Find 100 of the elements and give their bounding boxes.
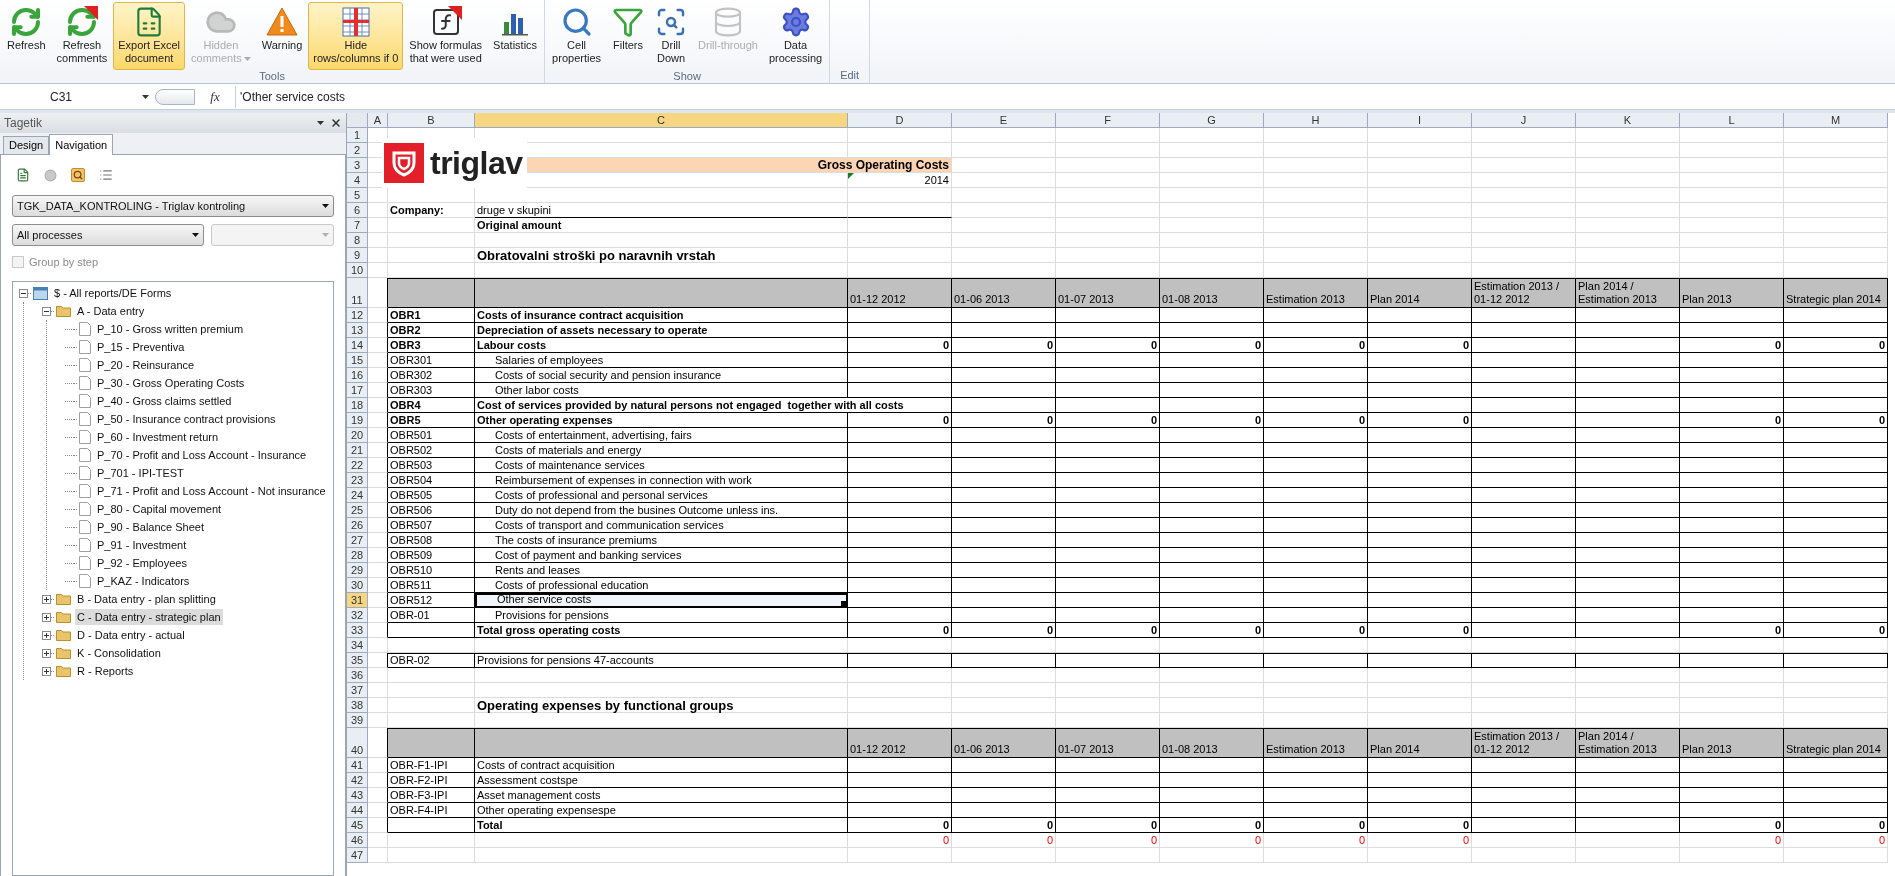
plus-box-icon[interactable] bbox=[42, 666, 51, 676]
row-header[interactable]: 35 bbox=[347, 653, 368, 668]
row-header[interactable]: 11 bbox=[347, 278, 368, 308]
ribbon-button[interactable]: Data processing bbox=[763, 2, 828, 70]
model-dropdown[interactable]: TGK_DATA_KONTROLING - Triglav kontroling bbox=[12, 195, 334, 217]
row-header[interactable]: 20 bbox=[347, 428, 368, 443]
plus-box-icon[interactable] bbox=[42, 648, 51, 658]
minus-box-icon[interactable] bbox=[19, 288, 28, 298]
table-cell[interactable]: The costs of insurance premiums bbox=[475, 533, 848, 548]
table-cell[interactable]: Depreciation of assets necessary to operate bbox=[475, 323, 848, 338]
table-cell[interactable]: Costs of contract acquisition bbox=[475, 758, 848, 773]
row-header[interactable]: 30 bbox=[347, 578, 368, 593]
row-header[interactable]: 33 bbox=[347, 623, 368, 638]
table-cell[interactable]: Cost of payment and banking services bbox=[475, 548, 848, 563]
process-dropdown[interactable]: All processes bbox=[12, 224, 204, 246]
column-header[interactable]: J bbox=[1472, 113, 1576, 128]
row-header[interactable]: 24 bbox=[347, 488, 368, 503]
close-icon[interactable] bbox=[330, 117, 342, 129]
ribbon-button[interactable]: Refresh bbox=[2, 2, 51, 70]
formula-field[interactable]: 'Other service costs bbox=[235, 85, 1895, 108]
plus-box-icon[interactable] bbox=[42, 594, 51, 604]
row-header[interactable]: 12 bbox=[347, 308, 368, 323]
table-cell[interactable]: Provisions for pensions bbox=[475, 608, 848, 623]
table-cell[interactable]: Costs of entertainment, advertising, fairs bbox=[475, 428, 848, 443]
row-header[interactable]: 32 bbox=[347, 608, 368, 623]
row-header[interactable]: 7 bbox=[347, 218, 368, 233]
ribbon-button[interactable]: Warning bbox=[256, 2, 308, 70]
panel-tab[interactable]: Navigation bbox=[49, 134, 114, 155]
tree-item[interactable]: A - Data entry bbox=[75, 303, 147, 319]
tree-item[interactable]: P_71 - Profit and Loss Account - Not insurance bbox=[95, 483, 328, 499]
row-header[interactable]: 16 bbox=[347, 368, 368, 383]
row-header[interactable]: 36 bbox=[347, 668, 368, 683]
tree-item[interactable]: P_90 - Balance Sheet bbox=[95, 519, 207, 535]
column-header[interactable]: G bbox=[1160, 113, 1264, 128]
tree-item[interactable]: P_91 - Investment bbox=[95, 537, 189, 553]
table-cell[interactable]: Reimbursement of expenses in connection with work bbox=[475, 473, 848, 488]
row-header[interactable]: 37 bbox=[347, 683, 368, 698]
row-header[interactable]: 1 bbox=[347, 128, 368, 143]
tree-item[interactable]: P_701 - IPI-TEST bbox=[95, 465, 186, 481]
tree-item[interactable]: P_40 - Gross claims settled bbox=[95, 393, 234, 409]
fill-handle[interactable] bbox=[841, 601, 846, 606]
row-header[interactable]: 6 bbox=[347, 203, 368, 218]
row-header[interactable]: 2 bbox=[347, 143, 368, 158]
search-icon[interactable] bbox=[71, 168, 85, 182]
table-cell[interactable]: Other operating expenses bbox=[475, 413, 848, 428]
column-header[interactable]: F bbox=[1056, 113, 1160, 128]
table-cell[interactable]: Provisions for pensions 47-accounts bbox=[475, 653, 848, 668]
table-cell[interactable]: Costs of insurance contract acquisition bbox=[475, 308, 848, 323]
list-icon[interactable] bbox=[99, 168, 113, 182]
tree-item[interactable]: C - Data entry - strategic plan bbox=[75, 609, 223, 625]
tree-item[interactable]: P_KAZ - Indicators bbox=[95, 573, 192, 589]
ribbon-button[interactable]: Show formulas that were used bbox=[404, 2, 488, 70]
column-header[interactable]: L bbox=[1680, 113, 1784, 128]
resize-handle[interactable] bbox=[155, 88, 195, 105]
tree-item[interactable]: P_15 - Preventiva bbox=[95, 339, 187, 355]
row-header[interactable]: 21 bbox=[347, 443, 368, 458]
minus-box-icon[interactable] bbox=[42, 306, 51, 316]
column-header[interactable]: K bbox=[1576, 113, 1680, 128]
tree-item[interactable]: P_80 - Capital movement bbox=[95, 501, 224, 517]
table-cell[interactable]: Rents and leases bbox=[475, 563, 848, 578]
table-cell[interactable]: Costs of maintenance services bbox=[475, 458, 848, 473]
table-cell[interactable]: Duty do not depend from the busines Outcome unless ins. bbox=[475, 503, 848, 518]
table-cell[interactable]: Labour costs bbox=[475, 338, 848, 353]
insert-function-button[interactable]: fx bbox=[195, 86, 235, 107]
table-cell[interactable]: Asset management costs bbox=[475, 788, 848, 803]
row-header[interactable]: 10 bbox=[347, 263, 368, 278]
ribbon-button[interactable]: Hide rows/columns if 0 bbox=[308, 2, 404, 70]
row-header[interactable]: 19 bbox=[347, 413, 368, 428]
ribbon-button[interactable]: Export Excel document bbox=[113, 2, 186, 70]
ribbon-button[interactable]: Cell properties bbox=[547, 2, 607, 70]
table-cell[interactable]: Total bbox=[475, 818, 848, 833]
tree-item[interactable]: P_50 - Insurance contract provisions bbox=[95, 411, 278, 427]
table-cell[interactable]: Total gross operating costs bbox=[475, 623, 848, 638]
row-header[interactable]: 44 bbox=[347, 803, 368, 818]
table-cell[interactable]: Other operating expensespe bbox=[475, 803, 848, 818]
column-header[interactable]: C bbox=[475, 113, 848, 128]
tree-item[interactable]: P_92 - Employees bbox=[95, 555, 189, 571]
tree-item[interactable]: B - Data entry - plan splitting bbox=[75, 591, 218, 607]
row-header[interactable]: 13 bbox=[347, 323, 368, 338]
table-cell[interactable]: Costs of social security and pension insurance bbox=[475, 368, 848, 383]
column-header[interactable]: E bbox=[952, 113, 1056, 128]
tree-item[interactable]: D - Data entry - actual bbox=[75, 627, 187, 643]
plus-box-icon[interactable] bbox=[42, 612, 51, 622]
row-header[interactable]: 47 bbox=[347, 848, 368, 863]
row-header[interactable]: 17 bbox=[347, 383, 368, 398]
row-header[interactable]: 4 bbox=[347, 173, 368, 188]
row-header[interactable]: 46 bbox=[347, 833, 368, 848]
table-cell[interactable]: Other labor costs bbox=[475, 383, 848, 398]
column-header[interactable]: A bbox=[368, 113, 388, 128]
table-cell[interactable]: Cost of services provided by natural persons not engaged together with all costs bbox=[475, 398, 952, 413]
row-header[interactable]: 41 bbox=[347, 758, 368, 773]
row-header[interactable]: 22 bbox=[347, 458, 368, 473]
row-header[interactable]: 45 bbox=[347, 818, 368, 833]
tree-item[interactable]: $ - All reports/DE Forms bbox=[52, 285, 174, 301]
tree-item[interactable]: P_30 - Gross Operating Costs bbox=[95, 375, 247, 391]
table-cell[interactable]: Costs of professional and personal services bbox=[475, 488, 848, 503]
row-header[interactable]: 27 bbox=[347, 533, 368, 548]
tree-item[interactable]: K - Consolidation bbox=[75, 645, 163, 661]
row-header[interactable]: 8 bbox=[347, 233, 368, 248]
tree-item[interactable]: P_70 - Profit and Loss Account - Insurance bbox=[95, 447, 309, 463]
